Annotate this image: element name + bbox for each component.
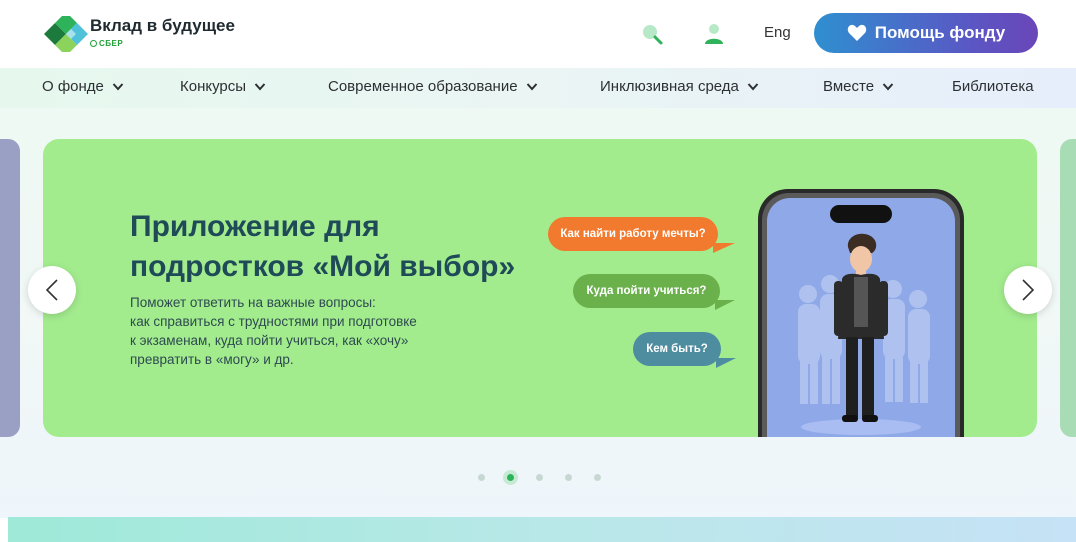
logo-icon <box>44 16 88 52</box>
carousel-prev-button[interactable] <box>28 266 76 314</box>
chat-bubble-tail <box>713 243 735 253</box>
next-slide-peek[interactable] <box>1060 139 1076 437</box>
user-icon[interactable] <box>702 22 726 46</box>
chevron-left-icon <box>45 279 58 301</box>
main-nav: О фонде Конкурсы Современное образование… <box>0 68 1076 108</box>
logo-subtitle: СБЕР <box>90 39 123 48</box>
chevron-down-icon <box>882 83 894 91</box>
chat-bubble: Как найти работу мечты? <box>548 217 718 251</box>
nav-item-label: Библиотека <box>952 78 1034 95</box>
carousel-slide[interactable]: Приложение для подростков «Мой выбор» По… <box>43 139 1037 437</box>
language-switch[interactable]: Eng <box>764 24 791 41</box>
slide-desc-line: превратить в «могу» и др. <box>130 352 294 367</box>
chat-bubble: Куда пойти учиться? <box>573 274 720 308</box>
next-section-band <box>8 517 1076 542</box>
search-icon[interactable] <box>640 22 664 46</box>
donate-label: Помощь фонду <box>874 23 1006 42</box>
nav-item-modern-education[interactable]: Современное образование <box>328 78 538 95</box>
nav-item-contests[interactable]: Конкурсы <box>180 78 266 95</box>
sber-icon <box>90 40 97 47</box>
chat-bubble-tail <box>715 300 735 310</box>
nav-item-about[interactable]: О фонде <box>42 78 124 95</box>
phone-illustration <box>758 189 964 437</box>
slide-desc-line: Поможет ответить на важные вопросы: <box>130 295 376 310</box>
slide-description: Поможет ответить на важные вопросы: как … <box>130 293 510 369</box>
donate-button[interactable]: Помощь фонду <box>814 13 1038 53</box>
logo-title: Вклад в будущее <box>90 16 235 35</box>
nav-item-label: О фонде <box>42 78 104 95</box>
chevron-down-icon <box>254 83 266 91</box>
slide-title-line: Приложение для <box>130 210 380 243</box>
carousel-next-button[interactable] <box>1004 266 1052 314</box>
logo-subtitle-text: СБЕР <box>99 39 124 48</box>
chevron-right-icon <box>1022 279 1035 301</box>
slide-title-line: подростков «Мой выбор» <box>130 250 516 283</box>
carousel-dot-active[interactable] <box>507 474 514 481</box>
chevron-down-icon <box>526 83 537 91</box>
nav-item-together[interactable]: Вместе <box>823 78 894 95</box>
chat-bubble: Кем быть? <box>633 332 721 366</box>
nav-item-inclusive[interactable]: Инклюзивная среда <box>600 78 759 95</box>
nav-item-library[interactable]: Библиотека <box>952 78 1034 95</box>
heart-icon <box>847 24 867 41</box>
slide-desc-line: как справиться с трудностями при подгото… <box>130 314 417 329</box>
slide-desc-line: к экзаменам, куда пойти учиться, как «хо… <box>130 333 409 348</box>
prev-slide-peek[interactable] <box>0 139 20 437</box>
nav-item-label: Конкурсы <box>180 78 247 95</box>
logo[interactable]: Вклад в будущее СБЕР <box>44 10 244 58</box>
chevron-down-icon <box>747 83 759 91</box>
nav-item-label: Инклюзивная среда <box>600 78 739 95</box>
site-header: Вклад в будущее СБЕР Eng Помощь фонду <box>0 0 1076 68</box>
slide-title: Приложение для подростков «Мой выбор» <box>130 207 530 287</box>
carousel-dot[interactable] <box>536 474 543 481</box>
chevron-down-icon <box>112 83 124 91</box>
carousel-dot[interactable] <box>478 474 485 481</box>
carousel-dot[interactable] <box>594 474 601 481</box>
carousel-dot[interactable] <box>565 474 572 481</box>
chat-bubble-tail <box>716 358 736 368</box>
nav-item-label: Вместе <box>823 78 875 95</box>
nav-item-label: Современное образование <box>328 78 518 95</box>
carousel-pagination <box>470 470 610 486</box>
